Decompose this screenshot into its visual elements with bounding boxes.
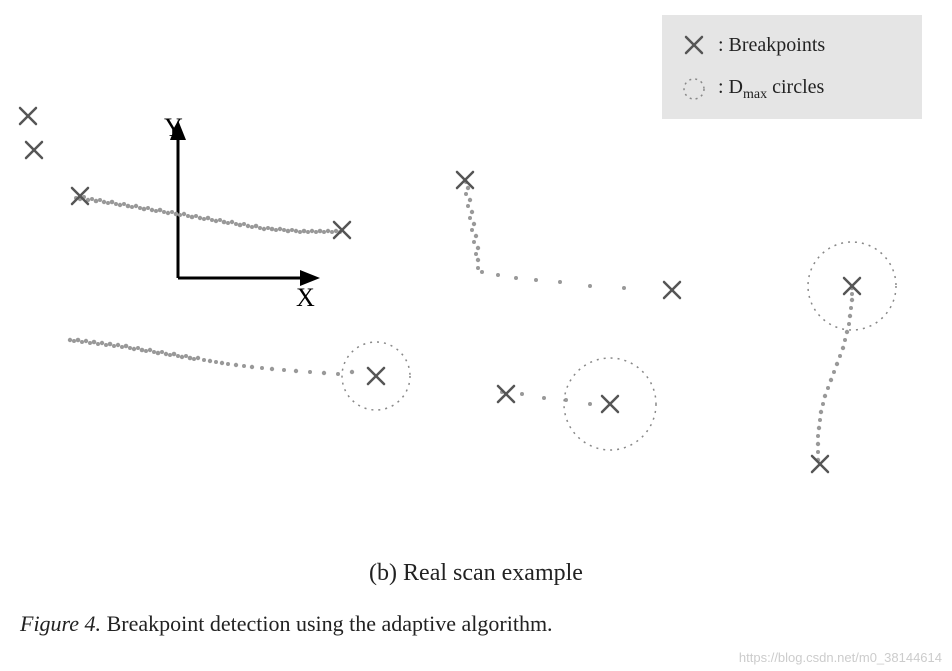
legend-box: : Breakpoints : Dmax circles bbox=[662, 15, 922, 119]
figure-caption: Figure 4. Breakpoint detection using the… bbox=[20, 611, 932, 637]
watermark: https://blog.csdn.net/m0_38144614 bbox=[739, 650, 942, 665]
x-axis-label: X bbox=[296, 283, 315, 312]
legend-row-breakpoints: : Breakpoints bbox=[678, 31, 902, 59]
seg-mid-vertical bbox=[464, 180, 480, 270]
legend-row-dmax: : Dmax circles bbox=[678, 75, 902, 103]
legend-breakpoints-label: : Breakpoints bbox=[718, 34, 825, 57]
seg-lower-left bbox=[68, 338, 354, 376]
seg-mid-sparse-lower bbox=[500, 390, 592, 406]
dotted-circle-icon bbox=[678, 75, 710, 103]
dmax-circles bbox=[342, 242, 896, 450]
seg-upper-left bbox=[74, 195, 342, 234]
x-marker-icon bbox=[678, 31, 710, 59]
y-axis-label: Y bbox=[164, 113, 183, 142]
axes bbox=[170, 120, 320, 286]
seg-mid-sparse-upper bbox=[480, 270, 626, 290]
breakpoints bbox=[20, 108, 860, 472]
figure-text: Breakpoint detection using the adaptive … bbox=[101, 611, 553, 636]
figure-label: Figure 4. bbox=[20, 611, 101, 636]
figure-area: Y X bbox=[0, 0, 952, 560]
scan-points bbox=[68, 180, 854, 462]
sub-caption: (b) Real scan example bbox=[20, 560, 932, 587]
legend-dmax-label: : Dmax circles bbox=[718, 76, 824, 103]
seg-right-curve bbox=[816, 286, 854, 462]
caption-area: (b) Real scan example Figure 4. Breakpoi… bbox=[0, 560, 952, 637]
